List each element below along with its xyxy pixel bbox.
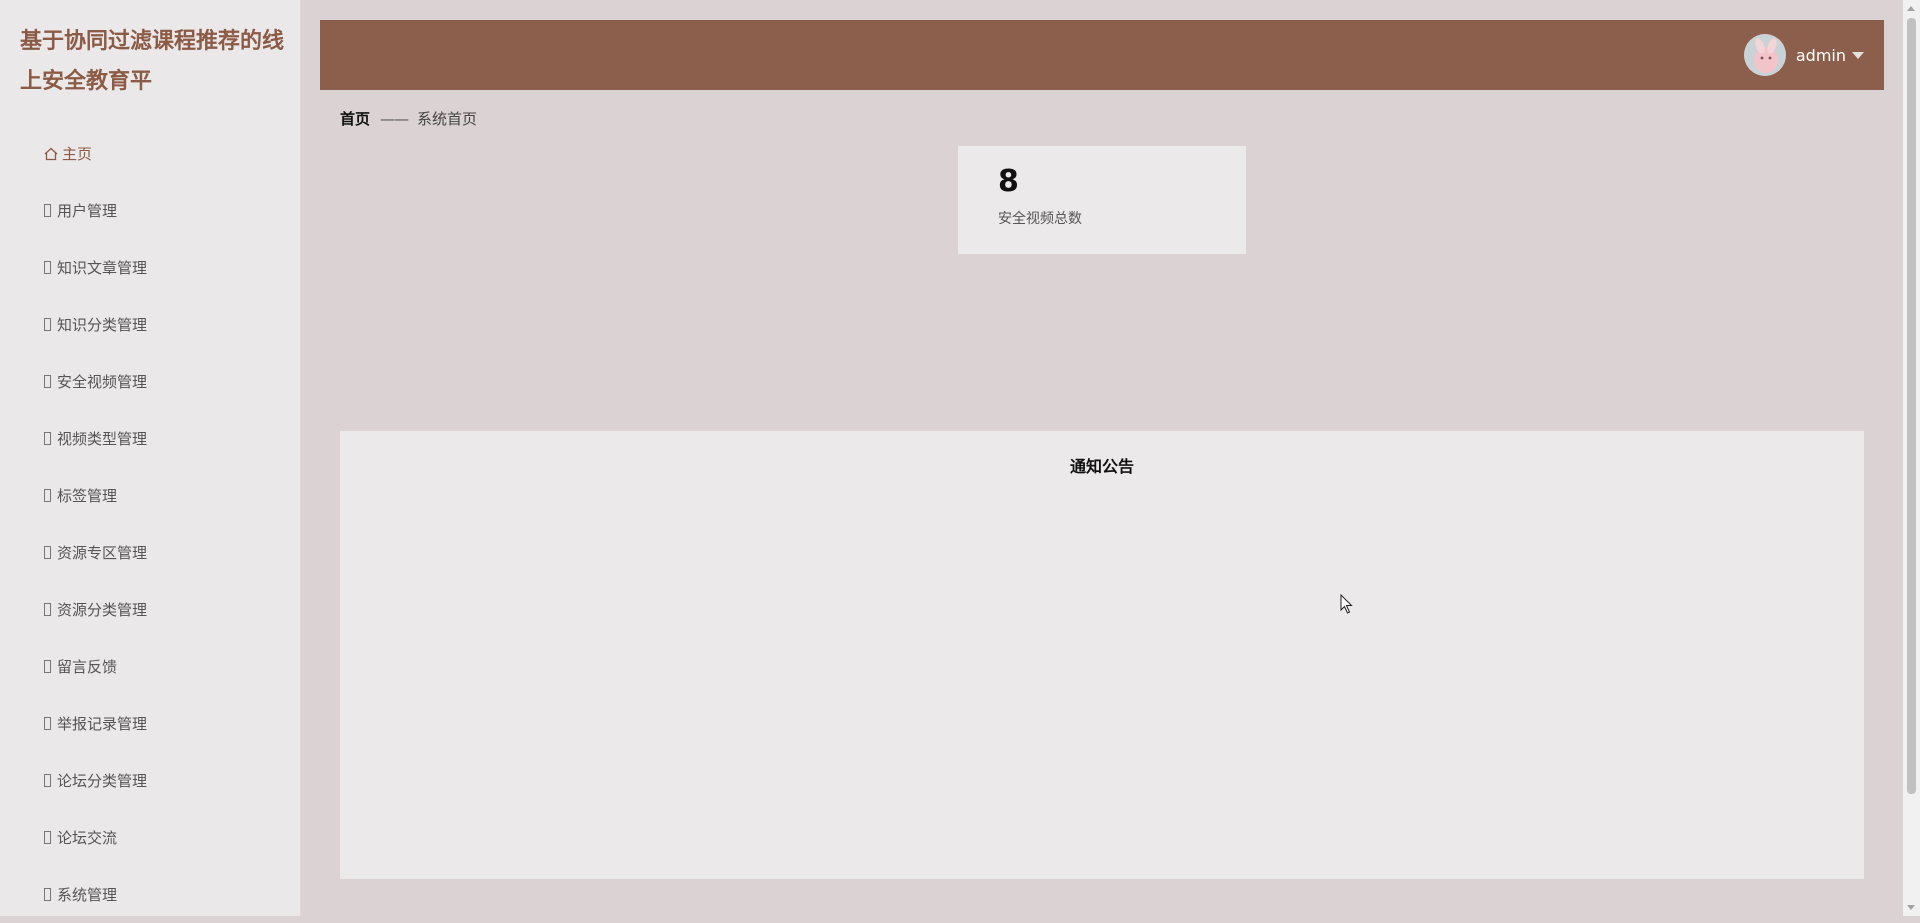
sidebar-item-video-types[interactable]: 视频类型管理: [0, 410, 300, 467]
missing-glyph-icon: [44, 831, 51, 844]
video-total-card: 8 安全视频总数: [958, 146, 1246, 254]
sidebar-item-feedback[interactable]: 留言反馈: [0, 638, 300, 695]
sidebar-item-tags[interactable]: 标签管理: [0, 467, 300, 524]
caret-down-icon[interactable]: [1852, 51, 1864, 59]
sidebar-item-label: 知识文章管理: [57, 259, 148, 277]
sidebar-item-reports[interactable]: 举报记录管理: [0, 695, 300, 752]
sidebar-nav: 主页 用户管理 知识文章管理 知识分类管理 安全视频管理 视频类型管理 标签管理: [0, 125, 300, 923]
missing-glyph-icon: [44, 318, 51, 331]
video-total-value: 8: [998, 164, 1019, 199]
sidebar-item-resource-zone[interactable]: 资源专区管理: [0, 524, 300, 581]
missing-glyph-icon: [44, 375, 51, 388]
missing-glyph-icon: [44, 603, 51, 616]
breadcrumb-separator: ——: [380, 109, 409, 128]
sidebar-item-label: 论坛交流: [57, 829, 118, 847]
page-scrollbar[interactable]: [1903, 0, 1920, 916]
sidebar-item-forum[interactable]: 论坛交流: [0, 809, 300, 866]
sidebar-item-label: 举报记录管理: [57, 715, 148, 733]
scroll-down-arrow-icon[interactable]: [1907, 905, 1915, 910]
sidebar-item-system[interactable]: 系统管理: [0, 866, 300, 923]
sidebar-item-label: 主页: [62, 145, 93, 163]
user-menu[interactable]: admin: [1743, 34, 1864, 76]
missing-glyph-icon: [44, 204, 51, 217]
scrollbar-thumb[interactable]: [1907, 18, 1916, 794]
sidebar-item-articles[interactable]: 知识文章管理: [0, 239, 300, 296]
sidebar-item-label: 安全视频管理: [57, 373, 148, 391]
sidebar-item-label: 标签管理: [57, 487, 118, 505]
app-title: 基于协同过滤课程推荐的线上安全教育平: [20, 29, 285, 94]
sidebar-item-label: 知识分类管理: [57, 316, 148, 334]
sidebar-item-label: 论坛分类管理: [57, 772, 148, 790]
sidebar-item-videos[interactable]: 安全视频管理: [0, 353, 300, 410]
missing-glyph-icon: [44, 888, 51, 901]
missing-glyph-icon: [44, 489, 51, 502]
missing-glyph-icon: [44, 432, 51, 445]
breadcrumb-home[interactable]: 首页: [340, 108, 370, 129]
avatar-image: [1743, 34, 1786, 76]
missing-glyph-icon: [44, 660, 51, 673]
mouse-cursor-icon: [1340, 593, 1354, 618]
missing-glyph-icon: [44, 774, 51, 787]
missing-glyph-icon: [44, 717, 51, 730]
video-total-label: 安全视频总数: [998, 211, 1082, 227]
sidebar: 基于协同过滤课程推荐的线上安全教育平 主页 用户管理 知识文章管理 知识分类管理…: [0, 0, 301, 916]
sidebar-item-forum-categories[interactable]: 论坛分类管理: [0, 752, 300, 809]
sidebar-item-users[interactable]: 用户管理: [0, 182, 300, 239]
avatar[interactable]: [1743, 34, 1786, 76]
sidebar-item-resource-categories[interactable]: 资源分类管理: [0, 581, 300, 638]
missing-glyph-icon: [44, 261, 51, 274]
breadcrumb-current: 系统首页: [417, 110, 478, 128]
sidebar-item-label: 资源专区管理: [57, 544, 148, 562]
sidebar-item-label: 用户管理: [57, 202, 118, 220]
missing-glyph-icon: [44, 546, 51, 559]
sidebar-item-home[interactable]: 主页: [0, 125, 300, 182]
sidebar-item-label: 留言反馈: [57, 658, 118, 676]
notice-panel: 通知公告: [340, 431, 1864, 879]
sidebar-item-label: 资源分类管理: [57, 601, 148, 619]
sidebar-item-label: 视频类型管理: [57, 430, 148, 448]
sidebar-item-label: 系统管理: [57, 886, 118, 904]
sidebar-item-knowledge-categories[interactable]: 知识分类管理: [0, 296, 300, 353]
notice-title: 通知公告: [1069, 457, 1134, 476]
home-icon: [44, 147, 58, 161]
breadcrumb: 首页 —— 系统首页: [340, 108, 477, 129]
top-header: admin: [320, 20, 1884, 90]
user-name[interactable]: admin: [1796, 46, 1846, 65]
scroll-up-arrow-icon[interactable]: [1907, 6, 1915, 11]
